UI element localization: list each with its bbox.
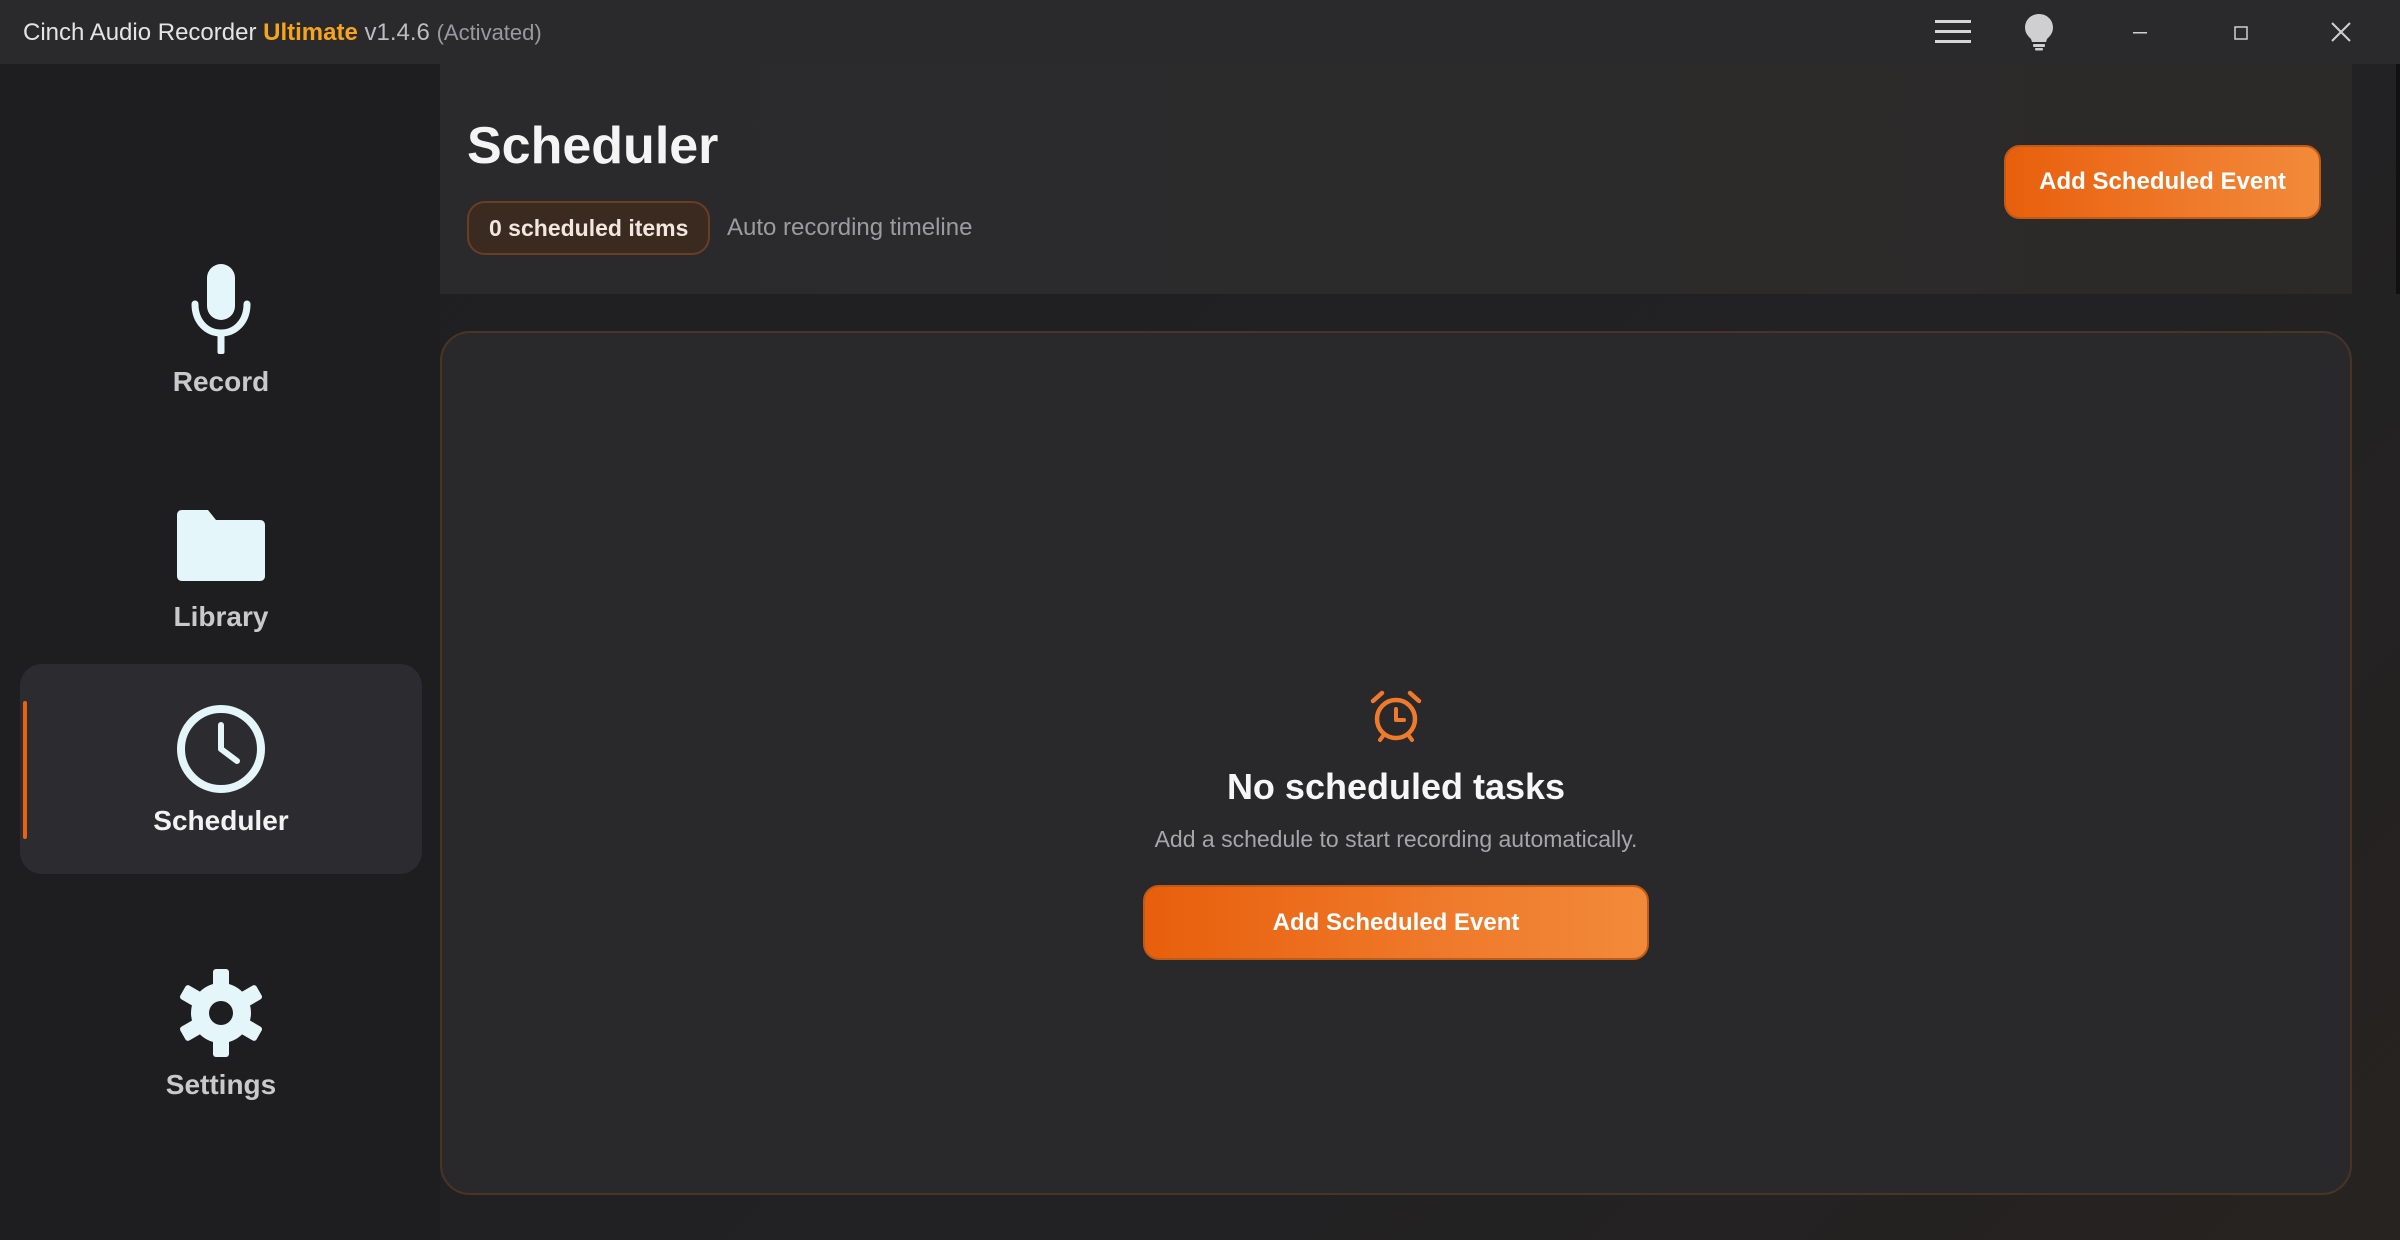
scheduled-count-badge: 0 scheduled items (467, 201, 711, 255)
menu-icon[interactable] (1928, 0, 1978, 64)
sidebar-item-library[interactable]: Library (20, 460, 422, 670)
close-icon[interactable] (2316, 0, 2366, 64)
app-version: v1.4.6 (364, 19, 430, 46)
page-header: Scheduler 0 scheduled items Auto recordi… (440, 64, 2352, 294)
main-content: Scheduler 0 scheduled items Auto recordi… (440, 64, 2400, 1240)
folder-icon (173, 497, 269, 593)
window-title: Cinch Audio Recorder Ultimate v1.4.6 (Ac… (23, 0, 542, 64)
schedule-list-panel: No scheduled tasks Add a schedule to sta… (440, 331, 2352, 1195)
window-edge (2396, 64, 2400, 294)
empty-state-description: Add a schedule to start recording automa… (1154, 826, 1638, 852)
clock-icon (173, 701, 269, 797)
sidebar-item-label: Scheduler (153, 805, 289, 836)
page-title: Scheduler (467, 117, 719, 175)
sidebar: Record Library Scheduler Settings (0, 64, 440, 1240)
alarm-clock-icon (1368, 688, 1424, 744)
add-scheduled-event-button[interactable]: Add Scheduled Event (1143, 885, 1649, 960)
sidebar-item-label: Record (172, 366, 270, 397)
lightbulb-icon[interactable] (2014, 0, 2064, 64)
maximize-icon[interactable] (2216, 0, 2266, 64)
title-bar: Cinch Audio Recorder Ultimate v1.4.6 (Ac… (0, 0, 2400, 64)
sidebar-item-label: Library (173, 601, 269, 632)
minimize-icon[interactable] (2115, 0, 2165, 64)
gear-icon (173, 965, 269, 1061)
add-scheduled-event-button[interactable]: Add Scheduled Event (2004, 145, 2321, 219)
sidebar-item-scheduler[interactable]: Scheduler (20, 664, 422, 874)
sidebar-item-record[interactable]: Record (20, 225, 422, 435)
empty-state: No scheduled tasks Add a schedule to sta… (442, 688, 2350, 960)
app-name: Cinch Audio Recorder (23, 19, 257, 46)
activation-status: (Activated) (436, 20, 542, 45)
sidebar-item-label: Settings (165, 1069, 277, 1100)
page-subtitle: Auto recording timeline (727, 214, 973, 241)
microphone-icon (173, 262, 269, 358)
sidebar-item-settings[interactable]: Settings (20, 928, 422, 1138)
empty-state-title: No scheduled tasks (1226, 766, 1566, 807)
app-edition: Ultimate (263, 19, 358, 46)
